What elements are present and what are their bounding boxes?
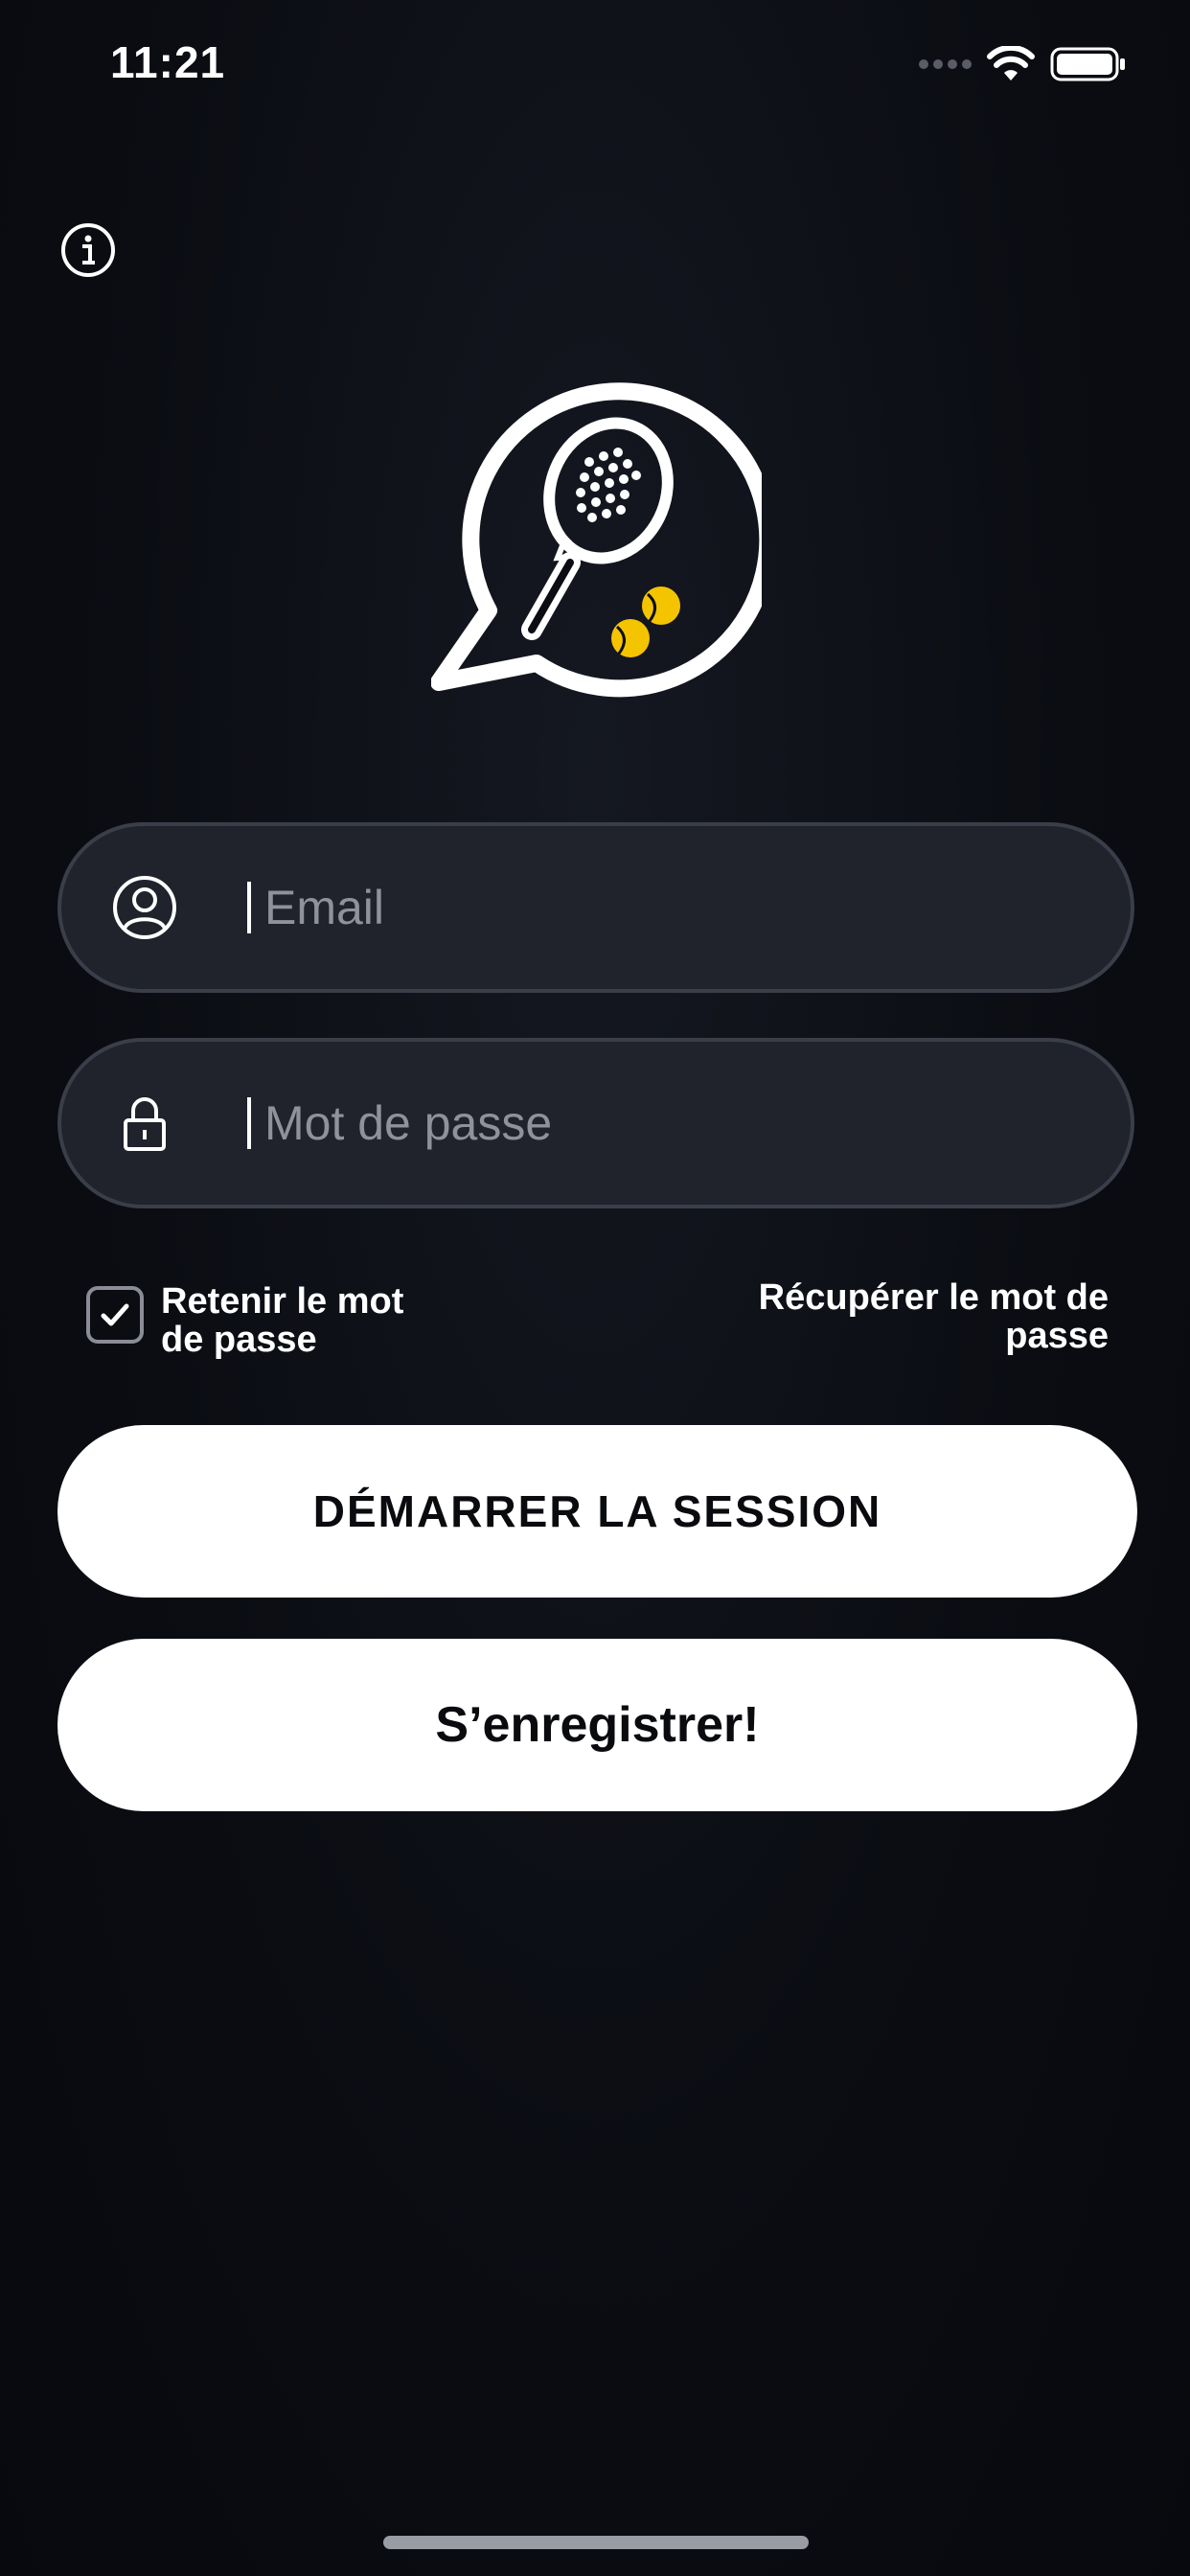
home-indicator	[383, 2536, 809, 2549]
login-button[interactable]: DÉMARRER LA SESSION	[57, 1425, 1137, 1598]
email-input[interactable]	[264, 869, 1088, 946]
checkmark-icon	[101, 1303, 129, 1326]
password-input[interactable]	[264, 1085, 1088, 1162]
remember-label: Retenir le mot de passe	[161, 1281, 404, 1360]
recover-password-link[interactable]: Récupérer le mot de passe	[744, 1278, 1109, 1355]
signal-dots-icon	[919, 59, 972, 69]
lock-icon	[124, 1097, 166, 1151]
wifi-icon	[987, 46, 1035, 80]
register-button[interactable]: S’enregistrer!	[57, 1639, 1137, 1811]
status-icons	[919, 46, 1127, 82]
status-time: 11:21	[110, 37, 226, 87]
remember-checkbox[interactable]	[86, 1286, 144, 1344]
app-logo	[431, 382, 762, 698]
email-field[interactable]	[57, 822, 1134, 993]
user-icon	[113, 876, 176, 939]
password-field[interactable]	[57, 1038, 1134, 1208]
battery-icon	[1050, 47, 1125, 81]
text-cursor	[247, 882, 251, 933]
info-icon[interactable]	[60, 222, 116, 278]
text-cursor	[247, 1097, 251, 1149]
remember-password-toggle[interactable]: Retenir le mot de passe	[86, 1282, 448, 1359]
